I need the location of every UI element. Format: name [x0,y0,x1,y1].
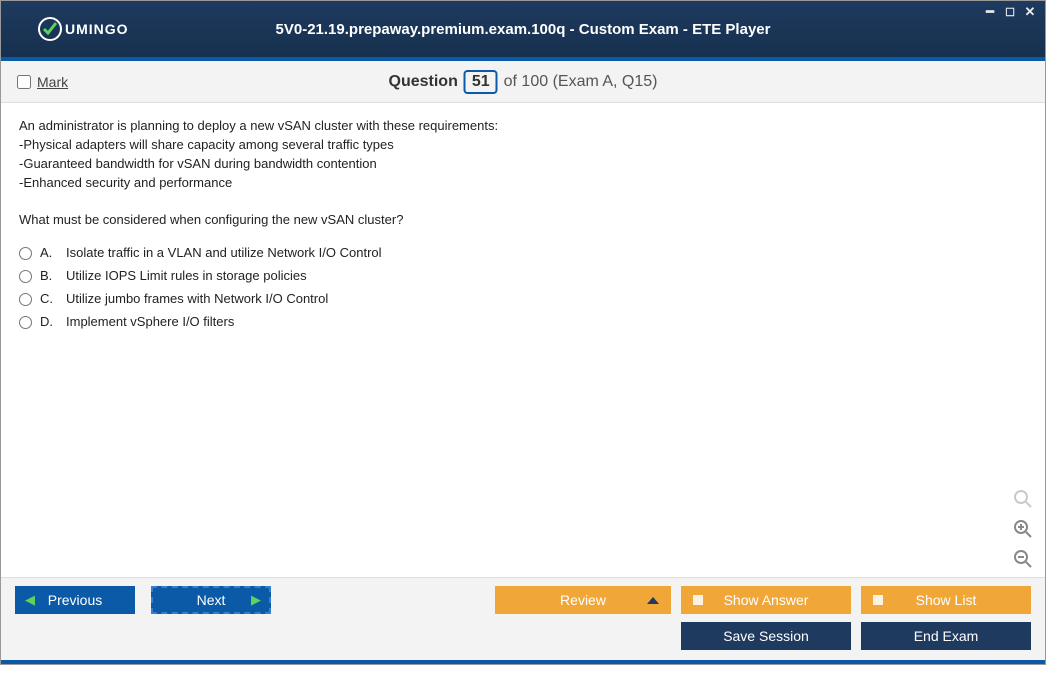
review-label: Review [560,592,606,608]
footer: ◀ Previous Next ▶ Review Show Answer [1,577,1045,660]
mark-checkbox[interactable] [17,75,31,89]
next-button[interactable]: Next ▶ [151,586,271,614]
square-icon [873,595,883,605]
question-content: An administrator is planning to deploy a… [1,103,1045,577]
close-icon[interactable]: ✕ [1023,5,1037,19]
answer-text: Utilize jumbo frames with Network I/O Co… [66,290,328,309]
question-number: 51 [464,70,498,94]
save-session-label: Save Session [723,628,809,644]
nav-group: ◀ Previous Next ▶ [15,586,271,614]
answer-list: A. Isolate traffic in a VLAN and utilize… [19,244,1027,331]
question-word: Question [389,73,458,91]
show-answer-label: Show Answer [724,592,809,608]
question-header: Mark Question 51 of 100 (Exam A, Q15) [1,61,1045,103]
end-exam-button[interactable]: End Exam [861,622,1031,650]
answer-radio-b[interactable] [19,270,32,283]
show-list-button[interactable]: Show List [861,586,1031,614]
maximize-icon[interactable]: ☐ [1003,5,1017,19]
end-exam-label: End Exam [914,628,979,644]
answer-radio-c[interactable] [19,293,32,306]
question-of-text: of 100 (Exam A, Q15) [504,73,658,91]
checkmark-icon [37,16,63,42]
window-title: 5V0-21.19.prepaway.premium.exam.100q - C… [276,21,771,38]
answer-letter: B. [40,267,58,286]
save-session-button[interactable]: Save Session [681,622,851,650]
review-group: Review Show Answer Show List [495,586,1031,614]
answer-letter: D. [40,313,58,332]
brand-text: UMINGO [65,21,129,37]
chevron-right-icon: ▶ [251,592,261,608]
show-list-label: Show List [916,592,977,608]
answer-letter: A. [40,244,58,263]
window-controls: ━ ☐ ✕ [983,5,1037,19]
footer-row-2: Save Session End Exam [15,622,1031,650]
answer-option[interactable]: D. Implement vSphere I/O filters [19,313,1027,332]
show-answer-button[interactable]: Show Answer [681,586,851,614]
next-label: Next [197,592,226,608]
zoom-controls [1011,487,1035,571]
answer-option[interactable]: C. Utilize jumbo frames with Network I/O… [19,290,1027,309]
answer-text: Utilize IOPS Limit rules in storage poli… [66,267,307,286]
review-button[interactable]: Review [495,586,671,614]
minimize-icon[interactable]: ━ [983,5,997,19]
search-icon[interactable] [1011,487,1035,511]
footer-row-1: ◀ Previous Next ▶ Review Show Answer [15,586,1031,614]
app-window: ━ ☐ ✕ UMINGO 5V0-21.19.prepaway.premium.… [0,0,1046,665]
brand-logo: UMINGO [37,16,129,42]
chevron-left-icon: ◀ [25,592,35,608]
zoom-in-icon[interactable] [1011,517,1035,541]
zoom-out-icon[interactable] [1011,547,1035,571]
previous-label: Previous [48,592,102,608]
answer-option[interactable]: B. Utilize IOPS Limit rules in storage p… [19,267,1027,286]
titlebar: ━ ☐ ✕ UMINGO 5V0-21.19.prepaway.premium.… [1,1,1045,57]
question-text: An administrator is planning to deploy a… [19,117,1027,230]
answer-option[interactable]: A. Isolate traffic in a VLAN and utilize… [19,244,1027,263]
answer-text: Implement vSphere I/O filters [66,313,234,332]
answer-text: Isolate traffic in a VLAN and utilize Ne… [66,244,382,263]
answer-letter: C. [40,290,58,309]
mark-checkbox-wrap[interactable]: Mark [17,74,68,90]
square-icon [693,595,703,605]
bottom-divider [1,660,1045,664]
mark-label: Mark [37,74,68,90]
triangle-up-icon [647,597,659,604]
question-indicator: Question 51 of 100 (Exam A, Q15) [389,70,658,94]
answer-radio-d[interactable] [19,316,32,329]
previous-button[interactable]: ◀ Previous [15,586,135,614]
answer-radio-a[interactable] [19,247,32,260]
